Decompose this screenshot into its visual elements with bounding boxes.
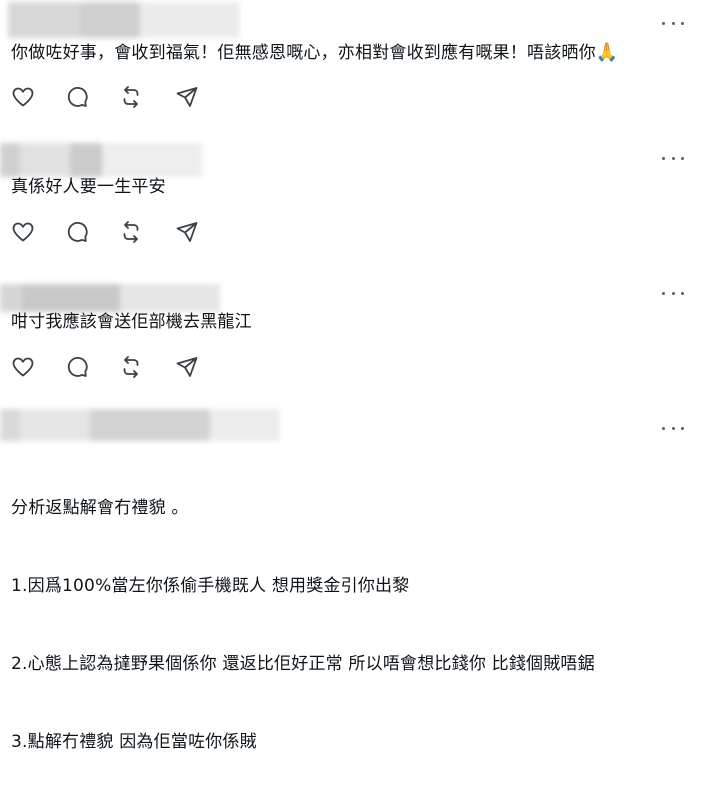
post: 分析返點解會冇禮貌 。 1.因爲100%當左你係偷手機既人 想用獎金引你出黎 2… [0, 399, 704, 752]
reply-button[interactable] [64, 219, 90, 245]
share-button[interactable] [174, 219, 200, 245]
repost-icon [123, 356, 139, 378]
post: 咁寸我應該會送佢部機去黑龍江 [0, 264, 704, 400]
heart-icon [12, 222, 34, 242]
like-button[interactable] [10, 219, 36, 245]
send-arrow-icon [176, 357, 198, 377]
share-button[interactable] [174, 84, 200, 110]
author-name-blurred [0, 2, 260, 38]
comment-bubble-icon [67, 87, 88, 107]
repost-button[interactable] [118, 219, 144, 245]
author-name-blurred [0, 143, 230, 177]
author-name-blurred [0, 284, 240, 312]
more-options-button[interactable] [662, 17, 684, 29]
share-button[interactable] [174, 354, 200, 380]
more-dots-icon [662, 426, 665, 430]
post-text-content: 你做咗好事，會收到福氣！佢無感恩嘅心，亦相對會收到應有嘅果！唔該晒你 [11, 43, 596, 63]
like-button[interactable] [10, 84, 36, 110]
post-text-line: 1.因爲100%當左你係偷手機既人 想用獎金引你出黎 [11, 576, 410, 596]
send-arrow-icon [176, 222, 198, 242]
more-options-button[interactable] [662, 422, 684, 434]
comment-bubble-icon [67, 222, 88, 242]
author-name-blurred [0, 409, 290, 441]
post-text-content: 真係好人要一生平安 [11, 177, 166, 197]
comment-bubble-icon [67, 357, 88, 377]
like-button[interactable] [10, 354, 36, 380]
more-dots-icon [662, 21, 665, 25]
repost-button[interactable] [118, 84, 144, 110]
post-text-line: 2.心態上認為撻野果個係你 還返比佢好正常 所以唔會想比錢你 比錢個賊唔鋸 [11, 654, 595, 674]
post-text: 真係好人要一生平安 [11, 174, 694, 200]
repost-icon [123, 86, 139, 108]
post: 真係好人要一生平安 [0, 129, 704, 265]
post: 你做咗好事，會收到福氣！佢無感恩嘅心，亦相對會收到應有嘅果！唔該晒你🙏 [0, 0, 704, 130]
more-options-button[interactable] [662, 287, 684, 299]
post-text: 分析返點解會冇禮貌 。 1.因爲100%當左你係偷手機既人 想用獎金引你出黎 2… [11, 443, 694, 807]
post-text-line: 3.點解冇禮貌 因為佢當咗你係賊 [11, 732, 257, 752]
post-text-line: 分析返點解會冇禮貌 。 [11, 498, 189, 518]
more-options-button[interactable] [662, 152, 684, 164]
heart-icon [12, 357, 34, 377]
reply-button[interactable] [64, 84, 90, 110]
more-dots-icon [662, 156, 665, 160]
more-dots-icon [662, 291, 665, 295]
repost-button[interactable] [118, 354, 144, 380]
folded-hands-emoji: 🙏 [595, 42, 619, 63]
heart-icon [12, 87, 34, 107]
reply-button[interactable] [64, 354, 90, 380]
repost-icon [123, 221, 139, 243]
post-text-content: 咁寸我應該會送佢部機去黑龍江 [11, 312, 252, 332]
send-arrow-icon [176, 87, 198, 107]
post-text: 咁寸我應該會送佢部機去黑龍江 [11, 309, 694, 335]
post-text: 你做咗好事，會收到福氣！佢無感恩嘅心，亦相對會收到應有嘅果！唔該晒你🙏 [11, 40, 694, 66]
